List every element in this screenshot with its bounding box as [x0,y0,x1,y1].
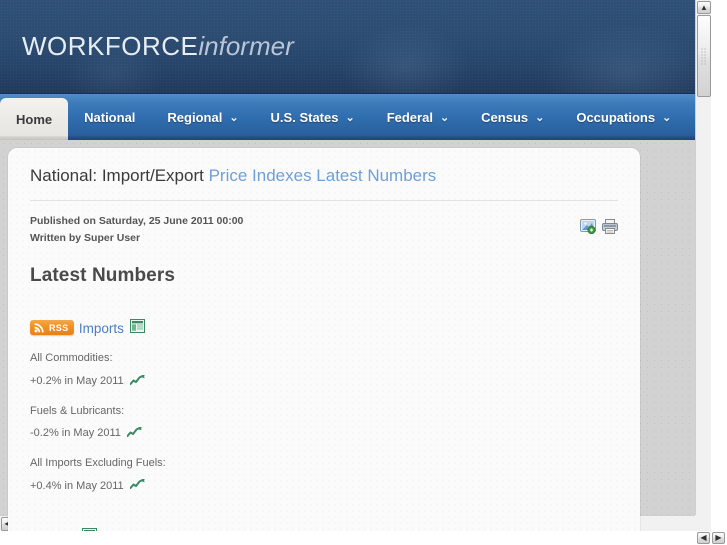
section-heading: Latest Numbers [30,265,175,287]
nav-item-label: Census [481,110,529,125]
main-navigation: Home National Regional ⌄ U.S. States ⌄ F… [0,93,711,140]
vertical-scrollbar[interactable]: ▲ [695,0,711,531]
trend-up-icon [126,426,142,441]
article-meta: Published on Saturday, 25 June 2011 00:0… [30,213,618,247]
logo-secondary-text: informer [198,31,294,61]
window-horizontal-scrollbar[interactable]: ◀ ▶ [0,531,727,545]
stat-value: +0.4% in May 2011 [30,479,124,492]
nav-item-federal[interactable]: Federal ⌄ [371,94,465,140]
stat-value: +0.2% in May 2011 [30,375,124,388]
chevron-down-icon: ⌄ [229,112,239,124]
nav-item-label: U.S. States [270,110,339,125]
browser-viewport: WORKFORCEinformer Home National Regional… [0,0,727,545]
title-divider [30,200,618,202]
article-action-icons [580,219,618,235]
stat-all-commodities: All Commodities: +0.2% in May 2011 [30,352,618,388]
rss-wave-icon [34,323,44,333]
article-author: Written by Super User [30,232,141,245]
web-page: WORKFORCEinformer Home National Regional… [0,0,711,531]
article-card: National: Import/Export Price Indexes La… [8,148,640,531]
stat-value: -0.2% in May 2011 [30,427,121,440]
chevron-down-icon: ⌄ [439,112,450,124]
section-link-imports[interactable]: Imports [79,319,145,338]
article-title-prefix: National: Import/Export [30,166,209,185]
chevron-down-icon: ⌄ [345,112,355,124]
stat-value-row: -0.2% in May 2011 [30,426,618,441]
stat-value-row: +0.2% in May 2011 [30,374,618,389]
stat-label: All Commodities: [30,352,113,365]
nav-item-census[interactable]: Census ⌄ [465,94,560,140]
section-link-exports[interactable]: Exports [30,527,97,531]
trend-up-icon [129,374,145,389]
exports-link-label: Exports [30,530,76,531]
page-title: National: Import/Export Price Indexes La… [30,166,618,186]
email-icon[interactable] [580,219,597,235]
scrollbar-corner [695,515,711,531]
table-report-icon [81,527,97,531]
table-report-icon [129,319,145,338]
page-body: National: Import/Export Price Indexes La… [0,140,711,531]
stat-fuels-lubricants: Fuels & Lubricants: -0.2% in May 2011 [30,405,618,441]
up-arrow-icon: ▲ [700,2,708,12]
window-vertical-scrollbar[interactable] [711,0,727,531]
print-icon[interactable] [602,219,618,235]
published-date: Published on Saturday, 25 June 2011 00:0… [30,215,244,228]
nav-item-label: Federal [386,110,433,125]
nav-item-label: Home [16,112,53,127]
nav-item-regional[interactable]: Regional ⌄ [151,94,254,140]
article-title-link[interactable]: Price Indexes Latest Numbers [209,166,437,185]
site-header-banner: WORKFORCEinformer [0,0,711,93]
right-arrow-icon: ▶ [715,533,722,542]
stat-value-row: +0.4% in May 2011 [30,478,618,493]
stat-imports-excluding-fuels: All Imports Excluding Fuels: +0.4% in Ma… [30,457,618,493]
rss-label: RSS [49,322,69,333]
left-arrow-icon: ◀ [700,533,707,542]
nav-item-label: Regional [167,110,223,125]
nav-item-us-states[interactable]: U.S. States ⌄ [255,94,371,140]
nav-item-label: National [84,110,136,125]
chevron-down-icon: ⌄ [662,112,672,124]
logo-primary-text: WORKFORCE [22,31,199,61]
nav-item-home[interactable]: Home [0,98,69,140]
nav-item-occupations[interactable]: Occupations ⌄ [560,94,687,140]
chevron-down-icon: ⌄ [535,112,545,124]
stat-label: All Imports Excluding Fuels: [30,457,166,470]
stat-label: Fuels & Lubricants: [30,404,125,417]
imports-link-label: Imports [78,321,124,337]
window-scroll-right-button[interactable]: ▶ [712,532,725,544]
scrollbar-grip [700,47,708,65]
vertical-scrollbar-thumb[interactable] [697,15,711,97]
scroll-up-button[interactable]: ▲ [697,1,711,14]
nav-item-national[interactable]: National [68,94,151,140]
site-logo[interactable]: WORKFORCEinformer [22,33,294,59]
rss-badge[interactable]: RSS [30,320,75,336]
nav-item-label: Occupations [576,110,656,125]
window-scroll-left-button[interactable]: ◀ [697,532,710,544]
trend-up-icon [129,478,145,493]
